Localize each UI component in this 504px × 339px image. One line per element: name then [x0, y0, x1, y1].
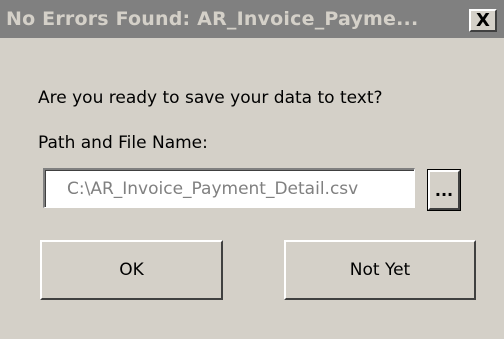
path-file-name-label: Path and File Name:	[38, 133, 208, 153]
path-file-name-value: C:\AR_Invoice_Payment_Detail.csv	[67, 179, 359, 199]
browse-button[interactable]: ...	[427, 169, 461, 211]
save-dialog: No Errors Found: AR_Invoice_Payme... X A…	[0, 0, 504, 339]
save-question-text: Are you ready to save your data to text?	[38, 88, 383, 108]
window-title: No Errors Found: AR_Invoice_Payme...	[6, 8, 419, 30]
path-file-name-field[interactable]: C:\AR_Invoice_Payment_Detail.csv	[43, 168, 415, 208]
close-icon: X	[476, 9, 490, 31]
close-button[interactable]: X	[469, 9, 497, 32]
title-bar[interactable]: No Errors Found: AR_Invoice_Payme... X	[0, 0, 504, 38]
not-yet-button[interactable]: Not Yet	[284, 240, 476, 300]
ok-button[interactable]: OK	[40, 240, 223, 300]
